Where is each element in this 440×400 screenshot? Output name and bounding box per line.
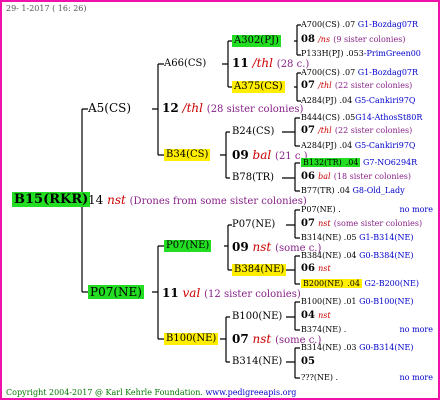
gen4-row-8: B77(TR) .04 G8-Old_Lady — [301, 186, 405, 195]
gen3-p07ne2-code: P07(NE) — [232, 219, 276, 230]
gen3-b384-line: 06 nst — [301, 263, 331, 275]
gen4-row-13: B100(NE) .01 G0-B100(NE) — [301, 297, 414, 306]
gen4-row-1: A700(CS) .07 G1-Bozdag07R — [301, 20, 419, 29]
gen3-b78-note: (18 sister colonies) — [333, 172, 412, 181]
gen2-b34-code: B34(CS) — [164, 149, 211, 161]
footer-copyright: Copyright 2004-2017 @ Karl Kehrle Founda… — [6, 388, 203, 397]
gen1-a5-marker: /thl — [182, 101, 203, 115]
gen1-p07-num: 11 — [162, 286, 179, 300]
gen2-p07ne-num: 09 — [232, 240, 249, 254]
gen4-row-9: P07(NE) . no more — [301, 205, 433, 214]
gen3-b78-line: 06 bal (18 sister colonies) — [301, 171, 411, 183]
gen3-a375-code: A375(CS) — [232, 81, 285, 93]
gen1-p07-line: 11 val (12 sister colonies) — [162, 286, 301, 301]
gen4-row-15: B314(NE) .03 G0-B314(NE) — [301, 343, 414, 352]
gen2-b100-code: B100(NE) — [164, 333, 219, 345]
gen2-a66-marker: /thl — [252, 56, 273, 70]
gen1-p07-note: (12 sister colonies) — [204, 289, 301, 300]
gen3-b78-code: B78(TR) — [232, 172, 275, 183]
gen2-p07ne-marker: nst — [252, 240, 272, 254]
gen3-b384-code: B384(NE) — [232, 264, 287, 276]
gen1-p07-code: P07(NE) — [88, 285, 144, 299]
gen4-row-4: A284(PJ) .04 G5-Cankiri97Q — [301, 96, 416, 105]
gen3-p07ne2-num: 07 — [301, 218, 315, 229]
gen3-b24-note: (22 sister colonies) — [334, 126, 413, 135]
date-stamp: 29- 1-2017 ( 16: 26) — [6, 4, 87, 13]
footer: Copyright 2004-2017 @ Karl Kehrle Founda… — [6, 388, 296, 398]
gen3-a375-marker: /thl — [318, 81, 332, 90]
root-line: 14 nst (Drones from some sister colonies… — [88, 193, 307, 208]
gen4-row-16: ???(NE) . no more — [301, 373, 433, 382]
gen3-a375-num: 07 — [301, 80, 315, 91]
gen3-a302-marker: /ns — [318, 35, 331, 44]
gen2-p07ne-code: P07(NE) — [164, 240, 212, 252]
gen3-b24-line: 07 /thl (22 sister colonies) — [301, 125, 412, 137]
gen4-row-2: P133H(PJ) .053-PrimGreen00 — [301, 49, 421, 58]
root-note: (Drones from some sister colonies) — [129, 196, 307, 207]
gen3-p07ne2-note: (some sister colonies) — [333, 219, 423, 228]
gen3-a375-line: 07 /thl (22 sister colonies) — [301, 80, 412, 92]
gen3-b100ne-marker: nst — [318, 311, 331, 320]
gen3-b24-code: B24(CS) — [232, 126, 275, 137]
gen1-a5-line: 12 /thl (28 sister colonies) — [162, 101, 303, 116]
pedigree-frame: 29- 1-2017 ( 16: 26) B15(RKR) 14 nst (Dr… — [0, 0, 440, 400]
gen3-b314-code: B314(NE) — [232, 356, 283, 367]
gen3-p07ne2-marker: nst — [318, 219, 331, 228]
gen1-a5-code: A5(CS) — [88, 101, 132, 115]
gen3-b24-num: 07 — [301, 125, 315, 136]
gen3-a302-num: 08 — [301, 34, 315, 45]
gen3-p07ne2-line: 07 nst (some sister colonies) — [301, 218, 422, 230]
gen2-b34-line: 09 bal (21 c.) — [232, 148, 308, 163]
gen4-row-6: A284(PJ) .04 G5-Cankiri97Q — [301, 141, 416, 150]
gen2-a66-code: A66(CS) — [164, 58, 207, 69]
gen4-row-7: B132(TR) .04 G7-NO6294R — [301, 158, 418, 167]
gen2-a66-line: 11 /thl (28 c.) — [232, 56, 309, 71]
gen1-a5-num: 12 — [162, 101, 179, 115]
gen3-a375-note: (22 sister colonies) — [334, 81, 413, 90]
gen3-b314-num: 05 — [301, 356, 315, 367]
gen2-b100-num: 07 — [232, 332, 249, 346]
gen4-row-3: A700(CS) .07 G1-Bozdag07R — [301, 68, 419, 77]
gen3-a302-note: (9 sister colonies) — [333, 35, 406, 44]
gen2-b34-num: 09 — [232, 148, 249, 162]
gen4-row-11: B384(NE) .04 G0-B384(NE) — [301, 251, 414, 260]
gen3-b100ne-line: 04 nst — [301, 310, 331, 322]
gen1-a5-note: (28 sister colonies) — [206, 104, 304, 115]
gen3-b314-line: 05 — [301, 356, 315, 368]
root-code: B15(RKR) — [12, 192, 91, 207]
gen2-a66-num: 11 — [232, 56, 249, 70]
gen2-b34-marker: bal — [252, 148, 272, 162]
gen4-row-10: B314(NE) .05 G1-B314(NE) — [301, 233, 414, 242]
gen3-b100ne-code: B100(NE) — [232, 311, 283, 322]
gen3-b78-num: 06 — [301, 171, 315, 182]
gen3-b100ne-num: 04 — [301, 310, 315, 321]
footer-url[interactable]: www.pedigreeapis.org — [205, 388, 296, 397]
gen4-row-14: B374(NE) . no more — [301, 325, 433, 334]
gen3-a302-code: A302(PJ) — [232, 35, 281, 47]
gen3-b78-marker: bal — [318, 172, 331, 181]
gen4-row-12: B200(NE) .04 G2-B200(NE) — [301, 279, 419, 288]
root-marker: nst — [107, 193, 126, 207]
root-num: 14 — [88, 193, 104, 207]
gen1-p07-marker: val — [182, 286, 201, 300]
gen2-b100-marker: nst — [252, 332, 272, 346]
gen3-b384-marker: nst — [318, 264, 331, 273]
gen3-b24-marker: /thl — [318, 126, 332, 135]
gen3-b384-num: 06 — [301, 263, 315, 274]
gen4-row-5: B444(CS) .05G14-AthosSt80R — [301, 113, 423, 122]
gen3-a302-line: 08 /ns (9 sister colonies) — [301, 34, 405, 46]
